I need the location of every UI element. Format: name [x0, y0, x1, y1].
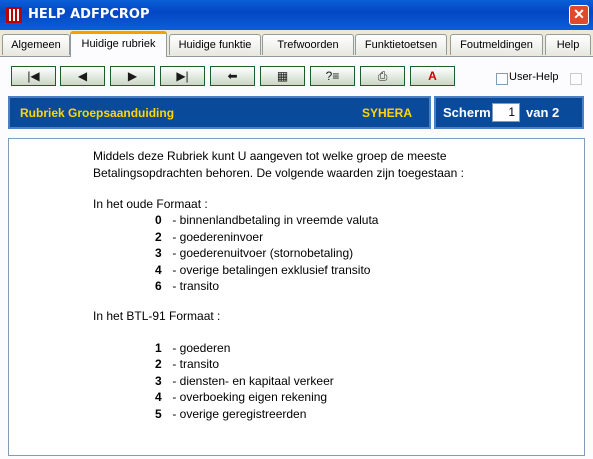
list-item: 4 - overboeking eigen rekening — [155, 390, 327, 404]
list-item: 0 - binnenlandbetaling in vreemde valuta — [155, 213, 378, 227]
item-text: - transito — [169, 357, 220, 371]
item-code: 4 — [155, 263, 162, 277]
item-code: 1 — [155, 341, 162, 355]
rubriek-title: Rubriek Groepsaanduiding — [20, 106, 175, 120]
scherm-page-input[interactable]: 1 — [492, 103, 520, 122]
tab-huidige-rubriek[interactable]: Huidige rubriek — [70, 31, 167, 57]
info-card-icon: ?≡ — [325, 69, 340, 83]
help-content: Middels deze Rubriek kunt U aangeven tot… — [8, 138, 585, 456]
close-icon: ✕ — [573, 6, 585, 22]
back-arrow-icon: ⬅ — [227, 69, 238, 83]
first-page-button[interactable]: |◀ — [11, 66, 56, 86]
item-text: - goedereninvoer — [169, 230, 264, 244]
back-button[interactable]: ⬅ — [210, 66, 255, 86]
list-item: 4 - overige betalingen exklusief transit… — [155, 263, 370, 277]
next-icon: ▶ — [127, 69, 138, 83]
item-code: 4 — [155, 390, 162, 404]
item-text: - transito — [169, 279, 220, 293]
item-text: - diensten- en kapitaal verkeer — [169, 374, 334, 388]
app-icon — [6, 7, 22, 23]
list-item: 3 - diensten- en kapitaal verkeer — [155, 374, 334, 388]
tab-foutmeldingen[interactable]: Foutmeldingen — [450, 34, 543, 55]
close-button[interactable]: ✕ — [569, 5, 589, 25]
item-text: - overige betalingen exklusief transito — [169, 263, 371, 277]
window-title: HELP ADFPCROP — [28, 7, 150, 22]
list-item: 3 - goederenuitvoer (stornobetaling) — [155, 246, 353, 260]
next-page-button[interactable]: ▶ — [110, 66, 155, 86]
item-text: - goederenuitvoer (stornobetaling) — [169, 246, 354, 260]
user-help-checkbox[interactable] — [496, 73, 508, 85]
list-item: 2 - goedereninvoer — [155, 230, 263, 244]
last-page-button[interactable]: ▶| — [160, 66, 205, 86]
scherm-total: van 2 — [526, 105, 560, 120]
font-icon: A — [428, 69, 437, 83]
item-code: 0 — [155, 213, 162, 227]
old-format-heading: In het oude Formaat : — [93, 197, 208, 211]
item-code: 3 — [155, 246, 162, 260]
previous-icon: ◀ — [77, 69, 88, 83]
tab-algemeen[interactable]: Algemeen — [2, 34, 70, 55]
first-icon: |◀ — [27, 69, 40, 83]
item-code: 6 — [155, 279, 162, 293]
index-book-icon: ▦ — [276, 69, 289, 83]
list-item: 1 - goederen — [155, 341, 230, 355]
previous-page-button[interactable]: ◀ — [60, 66, 105, 86]
index-button[interactable]: ▦ — [260, 66, 305, 86]
item-text: - goederen — [169, 341, 231, 355]
print-button[interactable]: ⎙ — [360, 66, 405, 86]
rubriek-code: SYHERA — [362, 106, 413, 120]
list-item: 6 - transito — [155, 279, 219, 293]
tab-huidige-funktie[interactable]: Huidige funktie — [169, 34, 261, 55]
tab-help[interactable]: Help — [545, 34, 591, 55]
item-code: 5 — [155, 407, 162, 421]
item-code: 3 — [155, 374, 162, 388]
scherm-label: Scherm — [443, 105, 491, 120]
item-code: 2 — [155, 230, 162, 244]
info-button[interactable]: ?≡ — [310, 66, 355, 86]
scherm-indicator: Scherm 1 van 2 — [434, 96, 584, 129]
item-code: 2 — [155, 357, 162, 371]
list-item: 2 - transito — [155, 357, 219, 371]
rubriek-header: Rubriek Groepsaanduiding SYHERA — [8, 96, 431, 129]
user-help-box — [570, 73, 582, 85]
intro-line-2: Betalingsopdrachten behoren. De volgende… — [93, 166, 464, 180]
item-text: - overboeking eigen rekening — [169, 390, 328, 404]
btl-format-heading: In het BTL-91 Formaat : — [93, 309, 221, 323]
intro-line-1: Middels deze Rubriek kunt U aangeven tot… — [93, 149, 447, 163]
item-text: - binnenlandbetaling in vreemde valuta — [169, 213, 379, 227]
last-icon: ▶| — [176, 69, 189, 83]
list-item: 5 - overige geregistreerden — [155, 407, 306, 421]
title-bar: HELP ADFPCROP ✕ — [0, 0, 593, 30]
user-help-label: User-Help — [509, 71, 559, 83]
tab-funktietoetsen[interactable]: Funktietoetsen — [355, 34, 447, 55]
item-text: - overige geregistreerden — [169, 407, 307, 421]
tab-strip: Algemeen Huidige rubriek Huidige funktie… — [0, 31, 593, 57]
font-button[interactable]: A — [410, 66, 455, 86]
tab-trefwoorden[interactable]: Trefwoorden — [262, 34, 354, 55]
printer-icon: ⎙ — [377, 69, 388, 83]
